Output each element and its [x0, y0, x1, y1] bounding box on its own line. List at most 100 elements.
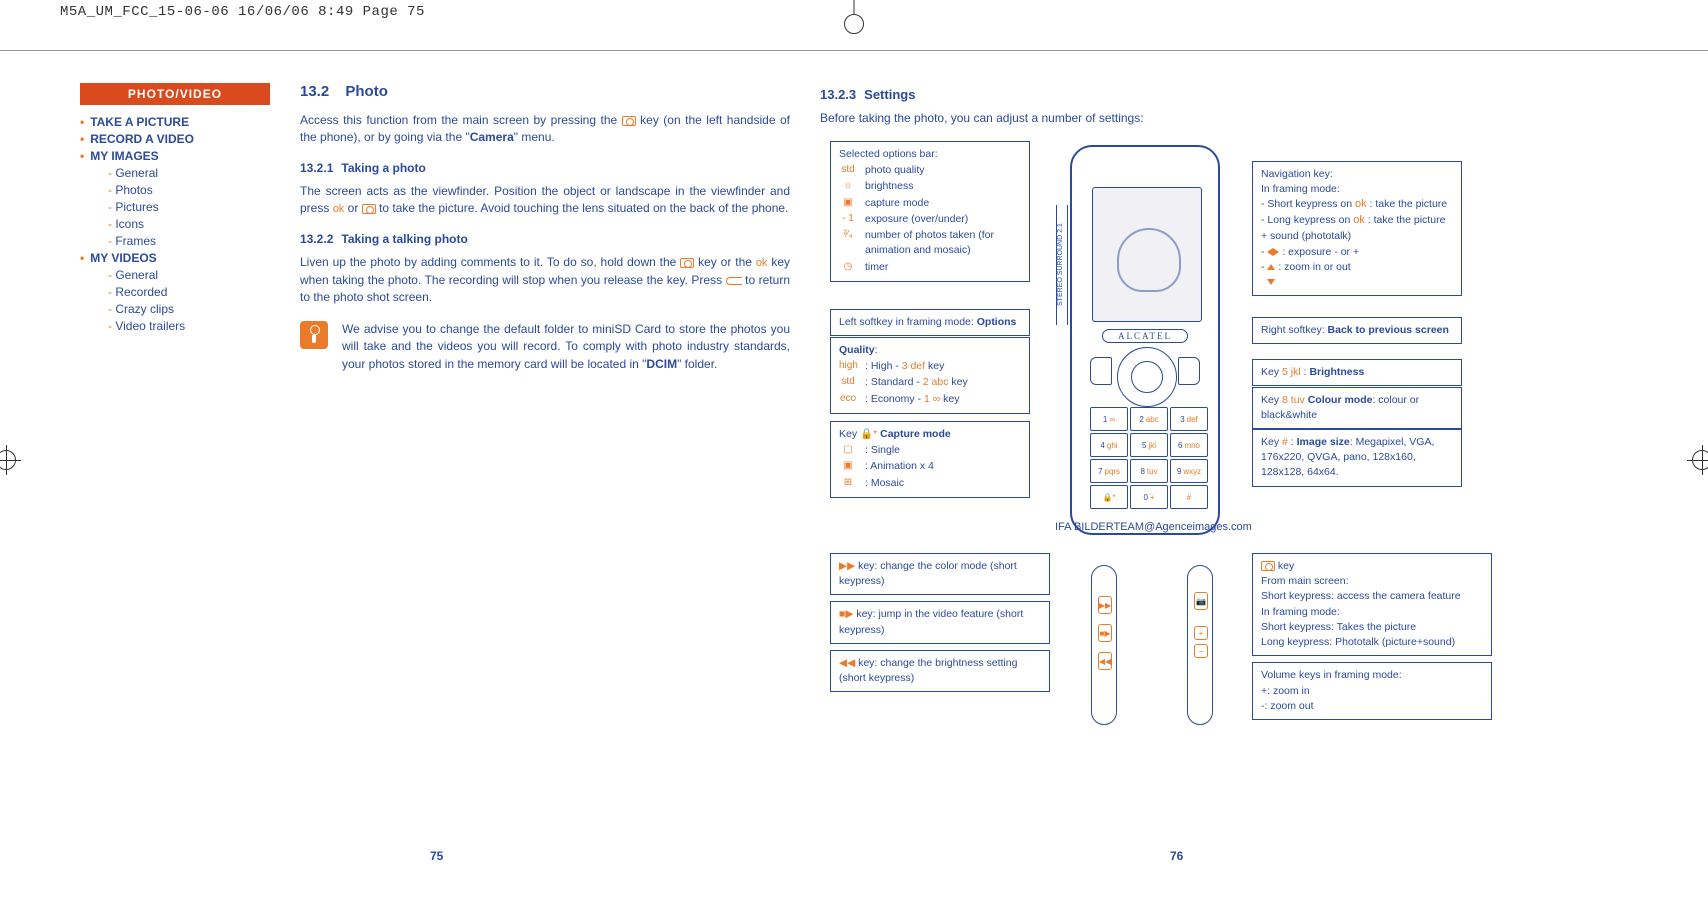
ok-icon: ok [756, 257, 768, 269]
phone-body: ALCATEL 1∞ 2abc 3def 4ghi 5jkl 6mno 7pqr… [1070, 145, 1220, 535]
sidebar-item: TAKE A PICTURE [80, 115, 270, 129]
volume-keys-callout: Volume keys in framing mode: +: zoom in … [1252, 662, 1492, 720]
ok-icon: ok [1353, 214, 1365, 226]
side-button-2: ■▶ [1098, 624, 1112, 642]
key-9: 9wxyz [1170, 459, 1208, 483]
subsection-13-2-2: 13.2.2Taking a talking photo [300, 232, 790, 246]
key-1: 1∞ [1090, 407, 1128, 431]
side-button-1: ▶▶ [1098, 596, 1112, 614]
right-softkey-callout: Right softkey: Back to previous screen [1252, 317, 1462, 344]
rewind-key-callout: ◀◀ key: change the brightness setting (s… [830, 650, 1050, 692]
lock-star-icon: 🔒* [860, 428, 877, 440]
fast-forward-icon: ▶▶ [839, 560, 855, 572]
crop-top-line [0, 50, 1708, 51]
body-column-right: 13.2.3Settings Before taking the photo, … [820, 83, 1540, 135]
phone-side-right-view: 📷 + − [1170, 565, 1230, 735]
stereo-label: STEREO SURROUND 2.1 [1056, 205, 1068, 325]
camera-icon [1261, 561, 1275, 571]
phone-illustration: STEREO SURROUND 2.1 ALCATEL 1∞ 2abc 3def… [1060, 145, 1230, 535]
crop-mark-header: M5A_UM_FCC_15-06-06 16/06/06 8:49 Page 7… [60, 4, 425, 20]
quality-callout: Quality: high : High - 3 def key std : S… [830, 337, 1030, 414]
sidebar-subitem: General [108, 166, 270, 180]
side-camera-button: 📷 [1194, 592, 1208, 610]
animation-icon: ▣ [839, 459, 857, 474]
mosaic-icon: ⊞ [839, 476, 857, 491]
key-7: 7pqrs [1090, 459, 1128, 483]
side-volume-down: − [1194, 644, 1208, 658]
high-icon: high [839, 359, 857, 374]
crop-right-register [1692, 450, 1708, 470]
selected-options-bar-callout: Selected options bar: stdphoto quality ☼… [830, 141, 1030, 282]
keypad: 1∞ 2abc 3def 4ghi 5jkl 6mno 7pqrs 8tuv 9… [1090, 407, 1208, 509]
image-credit: IFA BILDERTEAM@Agenceimages.com [1055, 521, 1252, 533]
camera-icon [622, 116, 636, 126]
camera-key-callout: key From main screen: Short keypress: ac… [1252, 553, 1492, 656]
phone-side-left-view: ▶▶ ■▶ ◀◀ [1074, 565, 1134, 735]
sidebar-subitem: Frames [108, 234, 270, 248]
rewind-icon: ◀◀ [839, 657, 855, 669]
crop-top-register [844, 14, 864, 34]
eco-icon: eco [839, 392, 857, 407]
lion-image-icon [1107, 218, 1187, 298]
quality-icon: std [839, 163, 857, 178]
key-0: 0+ [1130, 485, 1168, 509]
subsection-13-2-1: 13.2.1Taking a photo [300, 161, 790, 175]
left-softkey [1090, 357, 1112, 385]
ok-icon: ok [1355, 198, 1367, 210]
talking-photo-paragraph: Liven up the photo by adding comments to… [300, 254, 790, 307]
sidebar-subitem: Recorded [108, 285, 270, 299]
tip-box: We advise you to change the default fold… [300, 321, 790, 373]
sidebar-nav: PHOTO/VIDEO TAKE A PICTURE RECORD A VIDE… [80, 83, 270, 336]
side-button-3: ◀◀ [1098, 652, 1112, 670]
camera-icon [362, 204, 376, 214]
page-number: 75 [430, 849, 443, 863]
sidebar-item: MY IMAGES [80, 149, 270, 163]
sidebar-item: RECORD A VIDEO [80, 132, 270, 146]
section-text: Photo [345, 83, 388, 100]
camera-icon [680, 258, 694, 268]
stop-play-icon: ■▶ [839, 608, 853, 620]
section-13-2-title: 13.2 Photo [300, 83, 790, 100]
key-2: 2abc [1130, 407, 1168, 431]
lower-left-callouts: ▶▶ key: change the color mode (short key… [830, 553, 1050, 698]
capture-mode-callout: Key 🔒* Capture mode ▢: Single ▣: Animati… [830, 421, 1030, 498]
right-softkey [1178, 357, 1200, 385]
std-icon: std [839, 375, 857, 390]
arrow-down-icon [1267, 279, 1275, 285]
brightness-icon: ☼ [839, 179, 857, 194]
key-8-callout: Key 8 tuv Colour mode: colour or black&w… [1252, 387, 1462, 429]
sidebar-subitem: Pictures [108, 200, 270, 214]
body-column-left: 13.2 Photo Access this function from the… [300, 83, 790, 373]
phone-screen [1092, 187, 1202, 322]
exposure-icon: - 1 [839, 212, 857, 227]
sidebar-list: TAKE A PICTURE RECORD A VIDEO MY IMAGES … [80, 115, 270, 333]
lightbulb-icon [300, 321, 328, 349]
sidebar-subitem: Video trailers [108, 319, 270, 333]
sidebar-subitem: Photos [108, 183, 270, 197]
settings-intro: Before taking the photo, you can adjust … [820, 110, 1540, 127]
count-icon: ²⁄₄ [839, 228, 857, 243]
intro-paragraph: Access this function from the main scree… [300, 112, 790, 147]
key-hash: # [1170, 485, 1208, 509]
sidebar-item: MY VIDEOS [80, 251, 270, 265]
ok-icon: ok [333, 203, 345, 215]
callout-title: Selected options bar: [839, 147, 1021, 162]
key-star: 🔒* [1090, 485, 1128, 509]
page-76: 13.2.3Settings Before taking the photo, … [820, 75, 1540, 875]
navigation-key-callout: Navigation key: In framing mode: - Short… [1252, 161, 1462, 296]
timer-icon: ◷ [839, 260, 857, 275]
key-3: 3def [1170, 407, 1208, 431]
key-4: 4ghi [1090, 433, 1128, 457]
page-75: PHOTO/VIDEO TAKE A PICTURE RECORD A VIDE… [80, 75, 800, 875]
key-5-callout: Key 5 jkl : Brightness [1252, 359, 1462, 386]
navigation-pad [1117, 347, 1177, 407]
subsection-13-2-3: 13.2.3Settings [820, 87, 1540, 102]
capture-mode-icon: ▣ [839, 196, 857, 211]
key-5: 5jkl [1130, 433, 1168, 457]
key-hash-callout: Key # : Image size: Megapixel, VGA, 176x… [1252, 429, 1462, 487]
side-volume-up: + [1194, 626, 1208, 640]
lower-right-callouts: key From main screen: Short keypress: ac… [1252, 553, 1492, 726]
single-icon: ▢ [839, 443, 857, 458]
sidebar-subitem: General [108, 268, 270, 282]
sidebar-header: PHOTO/VIDEO [80, 83, 270, 105]
